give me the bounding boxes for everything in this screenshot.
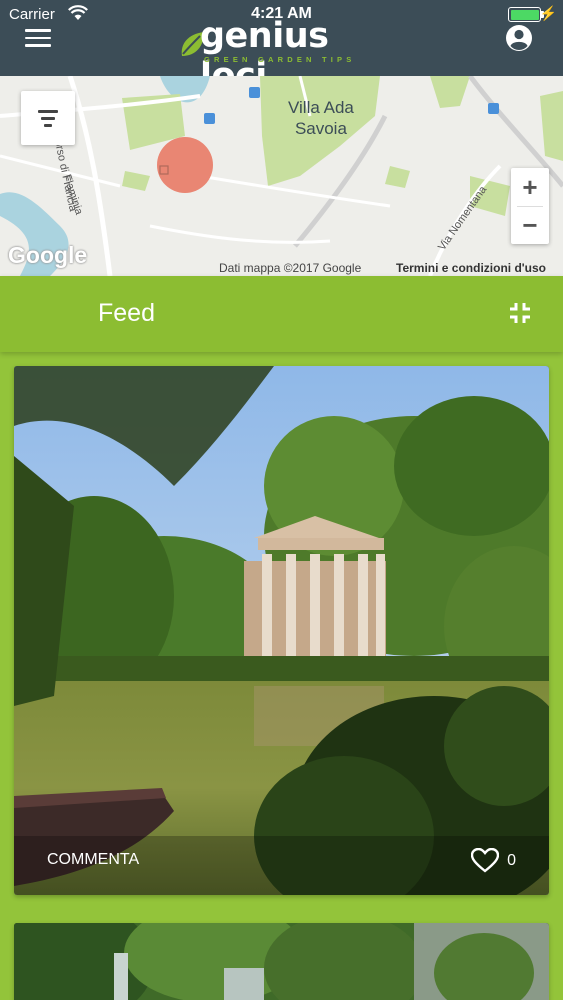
map-terms-link[interactable]: Termini e condizioni d'uso (396, 261, 546, 275)
user-account-icon[interactable] (505, 24, 533, 52)
like-button[interactable]: 0 (471, 848, 516, 873)
filter-icon-line (41, 117, 55, 120)
filter-button[interactable] (21, 91, 75, 145)
comment-button[interactable]: COMMENTA (47, 851, 139, 869)
filter-icon (38, 110, 58, 113)
feed-header: Feed (0, 276, 563, 352)
feed-title: Feed (98, 299, 155, 327)
brand-tagline: GREEN GARDEN TIPS (204, 55, 356, 64)
google-logo: Google (8, 242, 88, 268)
filter-icon-line (44, 124, 52, 127)
post-photo (14, 923, 549, 1000)
collapse-icon[interactable] (509, 302, 531, 324)
map-view[interactable]: Villa Ada Savoia Corso di Francia Flamin… (0, 76, 563, 276)
charging-icon: ⚡ (539, 5, 557, 21)
zoom-in-button[interactable]: + (511, 168, 549, 206)
heart-icon (471, 848, 500, 873)
feed-post-card[interactable] (14, 923, 549, 1000)
map-label-park: Villa Ada Savoia (288, 98, 354, 138)
battery-icon (508, 7, 541, 22)
genius-loci-logo: genius loci GREEN GARDEN TIPS (178, 12, 378, 96)
post-photo (14, 366, 549, 895)
app-header: Carrier 4:21 AM ⚡ genius loci GREEN GARD… (0, 0, 563, 96)
zoom-out-button[interactable]: − (511, 206, 549, 244)
like-count: 0 (507, 851, 516, 869)
map-attribution: Dati mappa ©2017 Google (219, 261, 362, 275)
feed-post-card[interactable]: COMMENTA 0 (14, 366, 549, 895)
zoom-control: + − (511, 168, 549, 244)
hamburger-menu-icon[interactable] (25, 29, 51, 49)
